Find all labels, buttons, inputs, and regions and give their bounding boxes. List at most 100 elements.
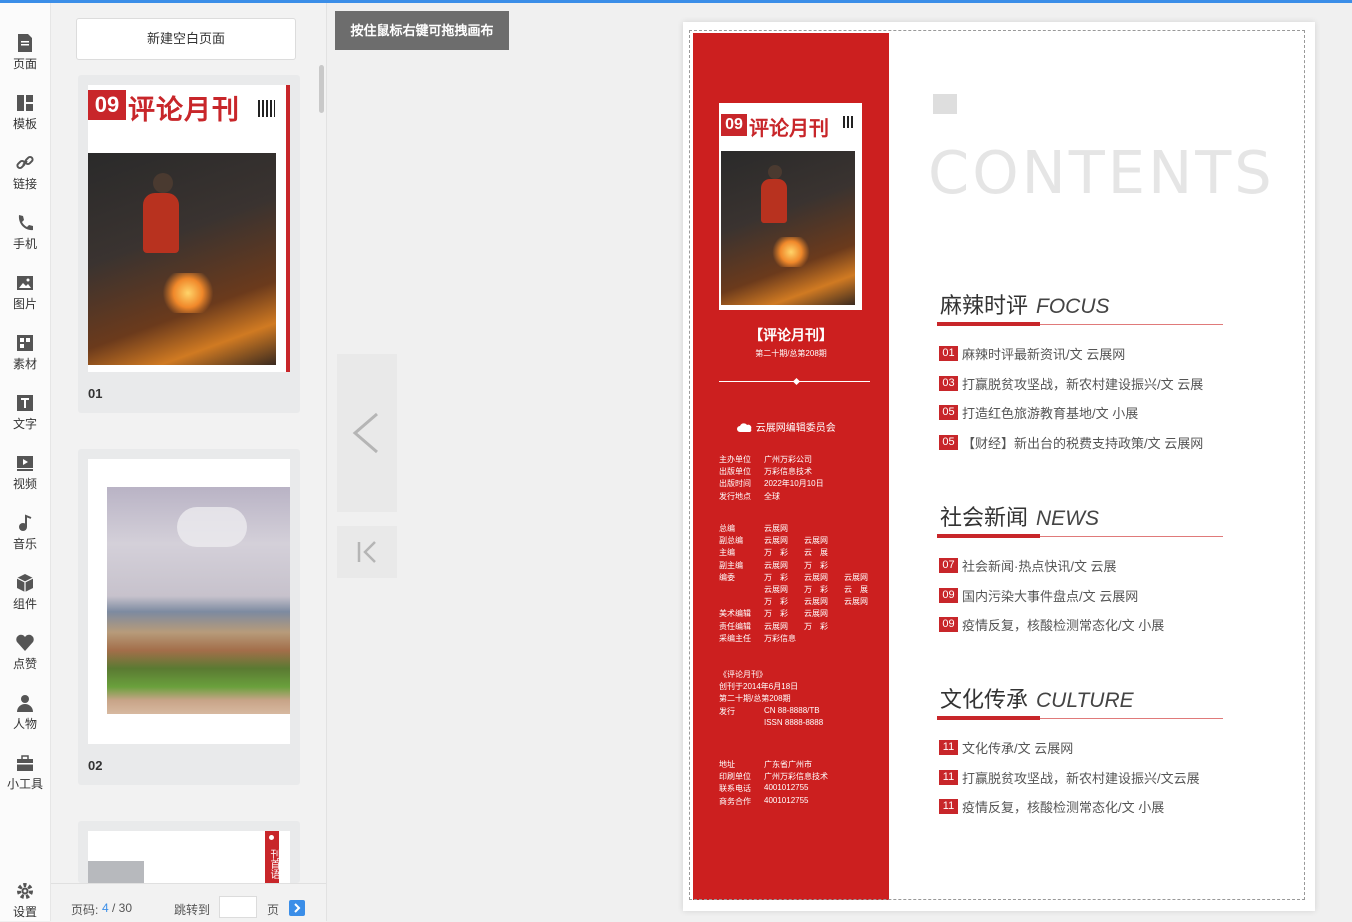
section-title-zh: 社会新闻 — [940, 505, 1029, 530]
tool-settings[interactable]: 设置 — [0, 881, 50, 921]
page-list-scrollbar[interactable] — [319, 65, 324, 113]
toc-entry-title: 疫情反复，核酸检测常态化/文 小展 — [962, 800, 1165, 815]
tool-material[interactable]: 素材 — [0, 333, 50, 393]
phone-icon — [18, 215, 33, 231]
thumb-number: 01 — [88, 386, 103, 401]
page-list-panel: 新建空白页面 09 评论月刊 01 02 刊首语 页码: 4 / 30 跳转到 … — [51, 3, 327, 922]
toc-entry-title: 【财经】新出台的税费支持政策/文 云展网 — [962, 435, 1204, 451]
tool-link[interactable]: 链接 — [0, 153, 50, 213]
thumb-magazine-title: 评论月刊 — [128, 95, 240, 125]
decor-square — [933, 94, 957, 114]
section-title-en: CULTURE — [1036, 689, 1134, 712]
section-title-zh: 麻辣时评 — [940, 293, 1029, 318]
page-thumb-03[interactable]: 刊首语 — [78, 821, 300, 883]
toc-entry[interactable]: 01 麻辣时评最新资讯/文 云展网 — [939, 344, 1125, 363]
section-title: 麻辣时评 FOCUS — [940, 288, 1110, 320]
toc-page-number: 01 — [939, 346, 958, 361]
component-icon — [16, 574, 34, 592]
tool-image[interactable]: 图片 — [0, 273, 50, 333]
first-page-button[interactable] — [337, 526, 397, 578]
music-icon — [19, 514, 32, 531]
section-title-en: FOCUS — [1036, 295, 1110, 318]
toc-entry[interactable]: 09 疫情反复，核酸检测常态化/文 小展 — [939, 615, 1164, 634]
contents-heading: CONTENTS — [928, 138, 1275, 207]
section-title: 文化传承 CULTURE — [940, 682, 1134, 714]
page-thumb-01[interactable]: 09 评论月刊 01 — [78, 75, 300, 413]
tool-like[interactable]: 点赞 — [0, 633, 50, 693]
section-title-en: NEWS — [1036, 507, 1100, 530]
section-underline-accent — [937, 322, 1040, 326]
thumb-cover-image: 09 评论月刊 — [88, 85, 290, 372]
toc-entry-title: 社会新闻·热点快讯/文 云展 — [962, 559, 1117, 574]
tool-component[interactable]: 组件 — [0, 573, 50, 633]
section-underline-accent — [937, 534, 1040, 538]
toc-entry[interactable]: 07 社会新闻·热点快讯/文 云展 — [939, 556, 1117, 575]
toolbox-icon — [17, 755, 33, 771]
toc-page-number: 07 — [939, 558, 958, 573]
tool-music[interactable]: 音乐 — [0, 513, 50, 573]
qr-code-icon — [258, 100, 275, 117]
toc-entry[interactable]: 05 【财经】新出台的税费支持政策/文 云展网 — [939, 433, 1203, 452]
chevron-left-icon — [352, 412, 378, 454]
tool-video[interactable]: 视频 — [0, 453, 50, 513]
section-title-zh: 文化传承 — [940, 687, 1029, 712]
text-icon — [17, 395, 33, 411]
toc-entry[interactable]: 11 疫情反复，核酸检测常态化/文 小展 — [939, 797, 1164, 816]
material-icon — [17, 335, 33, 351]
section-underline-accent — [937, 716, 1040, 720]
thumb-landscape-page — [88, 459, 290, 744]
toc-entry[interactable]: 09 国内污染大事件盘点/文 云展网 — [939, 586, 1138, 605]
pagination-bar: 页码: 4 / 30 跳转到 页 — [51, 883, 326, 922]
toc-entry[interactable]: 05 打造红色旅游教育基地/文 小展 — [939, 403, 1138, 422]
toc-page-number: 05 — [939, 405, 958, 420]
tool-text[interactable]: 文字 — [0, 393, 50, 453]
new-blank-page-button[interactable]: 新建空白页面 — [76, 18, 296, 60]
link-icon — [16, 155, 34, 170]
jump-go-button[interactable] — [289, 900, 305, 916]
current-page: 4 — [102, 901, 109, 915]
chevron-right-icon — [294, 903, 301, 913]
toc-page-number: 11 — [939, 740, 958, 755]
toc-entry[interactable]: 11 文化传承/文 云展网 — [939, 738, 1073, 757]
toc-page-number: 05 — [939, 434, 958, 450]
tool-template[interactable]: 模板 — [0, 93, 50, 153]
toc-entry-title: 疫情反复，核酸检测常态化/文 小展 — [962, 618, 1165, 633]
toc-entry[interactable]: 03 打赢脱贫攻坚战，新农村建设振兴/文 云展 — [939, 374, 1203, 393]
tool-person[interactable]: 人物 — [0, 693, 50, 753]
toc-page-number: 11 — [939, 769, 958, 785]
person-icon — [17, 695, 33, 712]
image-icon — [17, 276, 33, 290]
tool-sidebar: 页面 模板 链接 手机 图片 素材 文字 视频 音乐 组件 点赞 人物 小工具 … — [0, 3, 51, 921]
heart-icon — [16, 634, 34, 651]
thumb-magazine-number: 09 — [88, 90, 126, 120]
toc-page-number: 03 — [939, 375, 958, 391]
section-title: 社会新闻 NEWS — [940, 500, 1099, 532]
toc-page-number: 09 — [939, 587, 958, 603]
page-number-label: 页码: — [71, 903, 99, 917]
toc-entry-title: 打造红色旅游教育基地/文 小展 — [962, 406, 1139, 421]
page-icon — [18, 34, 32, 52]
tool-widget[interactable]: 小工具 — [0, 753, 50, 813]
landscape-photo — [107, 487, 290, 714]
page-thumb-02[interactable]: 02 — [78, 449, 300, 785]
toc-entry-title: 打赢脱贫攻坚战，新农村建设振兴/文 云展 — [962, 376, 1204, 392]
first-page-icon — [357, 541, 376, 563]
thumb-worker-photo — [88, 153, 276, 365]
page-unit-label: 页 — [267, 903, 280, 917]
toc-entry-title: 国内污染大事件盘点/文 云展网 — [962, 588, 1139, 604]
toc-entry-title: 麻辣时评最新资讯/文 云展网 — [962, 347, 1126, 362]
thumb-number: 02 — [88, 758, 103, 773]
tool-page[interactable]: 页面 — [0, 33, 50, 93]
toc-page-number: 09 — [939, 617, 958, 632]
toc-page-number: 11 — [939, 799, 958, 814]
prev-page-button[interactable] — [337, 354, 397, 512]
toc-entry-title: 打赢脱贫攻坚战，新农村建设振兴/文云展 — [962, 770, 1200, 786]
thumb-preface-page: 刊首语 — [88, 831, 290, 883]
gear-icon — [17, 883, 33, 899]
jump-page-input[interactable] — [219, 896, 257, 918]
drag-canvas-hint: 按住鼠标右键可拖拽画布 — [335, 11, 509, 50]
toc-entry[interactable]: 11 打赢脱贫攻坚战，新农村建设振兴/文云展 — [939, 768, 1200, 787]
jump-to-label: 跳转到 — [174, 903, 211, 917]
toc-entry-title: 文化传承/文 云展网 — [962, 741, 1074, 756]
tool-phone[interactable]: 手机 — [0, 213, 50, 273]
